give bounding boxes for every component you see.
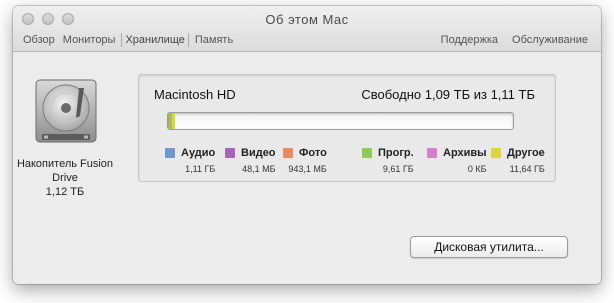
tab-overview[interactable]: Обзор: [21, 33, 57, 47]
photo-swatch: [283, 148, 293, 158]
legend-item-archives: Архивы 0 КБ: [427, 147, 487, 174]
video-swatch: [225, 148, 235, 158]
tab-bar-right: Поддержка Обслуживание: [429, 33, 590, 47]
legend-label-other: Другое: [507, 147, 545, 159]
tab-memory[interactable]: Память: [193, 33, 235, 47]
drive-name-line2: Drive: [52, 172, 78, 184]
volume-free-space: Свободно 1,09 ТБ из 1,11 ТБ: [361, 87, 535, 102]
tab-service[interactable]: Обслуживание: [510, 33, 590, 47]
archives-swatch: [427, 148, 437, 158]
other-swatch: [491, 148, 501, 158]
legend-size-video: 48,1 МБ: [242, 164, 276, 174]
drive-label: Накопитель Fusion Drive 1,12 ТБ: [12, 157, 118, 199]
legend-label-apps: Прогр.: [378, 147, 414, 159]
storage-usage-bar: [167, 112, 514, 130]
legend-item-photo: Фото 943,1 МБ: [283, 147, 327, 174]
title-bar: Об этом Mac Обзор Мониторы Хранилище Пам…: [13, 6, 601, 52]
hard-drive-icon: [32, 78, 100, 148]
tab-bar: Обзор Мониторы Хранилище Память: [21, 33, 239, 47]
legend-label-archives: Архивы: [443, 147, 487, 159]
volume-panel: Macintosh HD Свободно 1,09 ТБ из 1,11 ТБ…: [138, 74, 556, 182]
drive-capacity: 1,12 ТБ: [45, 186, 85, 198]
legend-size-other: 11,64 ГБ: [509, 164, 545, 174]
legend-item-apps: Прогр. 9,61 ГБ: [362, 147, 414, 174]
legend-item-other: Другое 11,64 ГБ: [491, 147, 545, 174]
storage-usage-fill: [168, 113, 513, 129]
window-title: Об этом Mac: [265, 12, 349, 27]
legend-item-audio: Аудио 1,11 ГБ: [165, 147, 215, 174]
legend-item-video: Видео 48,1 МБ: [225, 147, 276, 174]
tab-storage[interactable]: Хранилище: [121, 33, 189, 47]
drive-name-line1: Накопитель Fusion: [16, 158, 114, 170]
legend-label-photo: Фото: [299, 147, 327, 159]
legend-size-apps: 9,61 ГБ: [382, 164, 414, 174]
volume-name: Macintosh HD: [154, 87, 236, 102]
disk-utility-button[interactable]: Дисковая утилита...: [410, 236, 568, 258]
legend-label-audio: Аудио: [181, 147, 216, 159]
legend-size-archives: 0 КБ: [467, 164, 487, 174]
apps-swatch: [362, 148, 372, 158]
tab-support[interactable]: Поддержка: [439, 33, 500, 47]
tab-displays[interactable]: Мониторы: [61, 33, 118, 47]
legend-size-photo: 943,1 МБ: [288, 164, 327, 174]
usage-segment-other: [171, 113, 176, 129]
legend-size-audio: 1,11 ГБ: [185, 164, 216, 174]
audio-swatch: [165, 148, 175, 158]
legend-label-video: Видео: [241, 147, 276, 159]
